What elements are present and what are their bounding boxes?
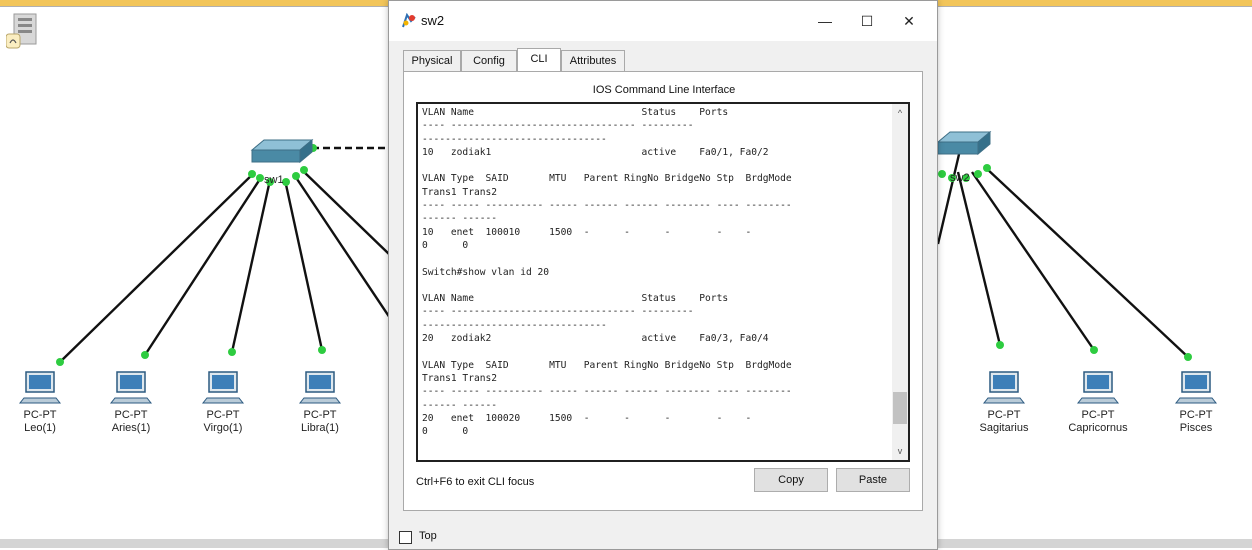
pc-name-label: Libra(1) — [301, 422, 339, 434]
cli-console[interactable]: VLAN Name Status Ports ---- ------------… — [416, 102, 910, 462]
pc-device-left-2[interactable]: PC-PTVirgo(1) — [201, 371, 245, 434]
pc-screen — [309, 375, 331, 389]
pc-keyboard-icon — [109, 397, 153, 404]
right-link-indicators — [938, 164, 1192, 361]
dialog-titlebar[interactable]: sw2 — ☐ ✕ — [389, 1, 937, 41]
left-switch-links — [59, 146, 391, 363]
right-switch-label: sw2 — [950, 172, 970, 184]
pc-device-left-0[interactable]: PC-PTLeo(1) — [18, 371, 62, 434]
cli-output-text[interactable]: VLAN Name Status Ports ---- ------------… — [422, 106, 792, 438]
close-button[interactable]: ✕ — [891, 7, 927, 35]
pc-keyboard-icon — [982, 397, 1026, 404]
pc-type-label: PC-PT — [304, 409, 337, 421]
pc-name-label: Aries(1) — [112, 422, 151, 434]
right-pc-group: PC-PTSagitariusPC-PTCapricornusPC-PTPisc… — [980, 371, 1218, 434]
left-link-indicators — [56, 144, 326, 366]
top-checkbox[interactable] — [399, 531, 412, 544]
top-label: Top — [419, 530, 437, 542]
pc-name-label: Pisces — [1180, 422, 1213, 434]
tab-attributes[interactable]: Attributes — [561, 50, 625, 71]
tab-cli[interactable]: CLI — [517, 48, 561, 71]
pc-device-left-1[interactable]: PC-PTAries(1) — [109, 371, 153, 434]
pc-type-label: PC-PT — [1180, 409, 1213, 421]
paste-button[interactable]: Paste — [836, 468, 910, 492]
scroll-up-icon[interactable]: ^ — [892, 104, 908, 122]
cli-heading: IOS Command Line Interface — [592, 84, 736, 96]
dialog-title: sw2 — [421, 13, 445, 28]
left-pc-group: PC-PTLeo(1)PC-PTAries(1)PC-PTVirgo(1)PC-… — [18, 371, 342, 434]
pc-screen — [993, 375, 1015, 389]
left-switch-label: sw1 — [264, 174, 284, 186]
pc-name-label: Virgo(1) — [204, 422, 243, 434]
pc-type-label: PC-PT — [24, 409, 57, 421]
pc-screen — [29, 375, 51, 389]
scroll-down-icon[interactable]: v — [892, 442, 908, 460]
right-switch-links — [936, 149, 1189, 358]
pc-name-label: Leo(1) — [24, 422, 56, 434]
pc-device-right-0[interactable]: PC-PTSagitarius — [980, 371, 1029, 434]
pc-keyboard-icon — [201, 397, 245, 404]
packet-tracer-icon — [402, 13, 416, 28]
pc-keyboard-icon — [1076, 397, 1120, 404]
pc-device-right-2[interactable]: PC-PTPisces — [1174, 371, 1218, 434]
pc-screen — [120, 375, 142, 389]
cli-scrollbar[interactable]: ^ v — [892, 104, 908, 460]
tab-physical[interactable]: Physical — [403, 50, 461, 71]
tab-config[interactable]: Config — [461, 50, 517, 71]
pc-name-label: Capricornus — [1068, 422, 1128, 434]
pc-type-label: PC-PT — [115, 409, 148, 421]
pc-type-label: PC-PT — [1082, 409, 1115, 421]
pc-device-right-1[interactable]: PC-PTCapricornus — [1068, 371, 1128, 434]
device-dialog: sw2 — ☐ ✕ Physical Config CLI Attributes… — [388, 0, 938, 550]
pc-type-label: PC-PT — [207, 409, 240, 421]
scroll-thumb[interactable] — [893, 392, 907, 424]
pc-keyboard-icon — [18, 397, 62, 404]
right-switch-icon[interactable]: sw2 — [936, 130, 992, 184]
minimize-button[interactable]: — — [807, 7, 843, 35]
cli-tab-panel: IOS Command Line Interface VLAN Name Sta… — [403, 71, 923, 511]
copy-button[interactable]: Copy — [754, 468, 828, 492]
maximize-button[interactable]: ☐ — [849, 7, 885, 35]
pc-keyboard-icon — [1174, 397, 1218, 404]
pc-name-label: Sagitarius — [980, 422, 1029, 434]
pc-type-label: PC-PT — [988, 409, 1021, 421]
pc-screen — [1185, 375, 1207, 389]
pc-keyboard-icon — [298, 397, 342, 404]
exit-cli-hint: Ctrl+F6 to exit CLI focus — [416, 476, 535, 488]
pc-screen — [1087, 375, 1109, 389]
pc-screen — [212, 375, 234, 389]
pc-device-left-3[interactable]: PC-PTLibra(1) — [298, 371, 342, 434]
